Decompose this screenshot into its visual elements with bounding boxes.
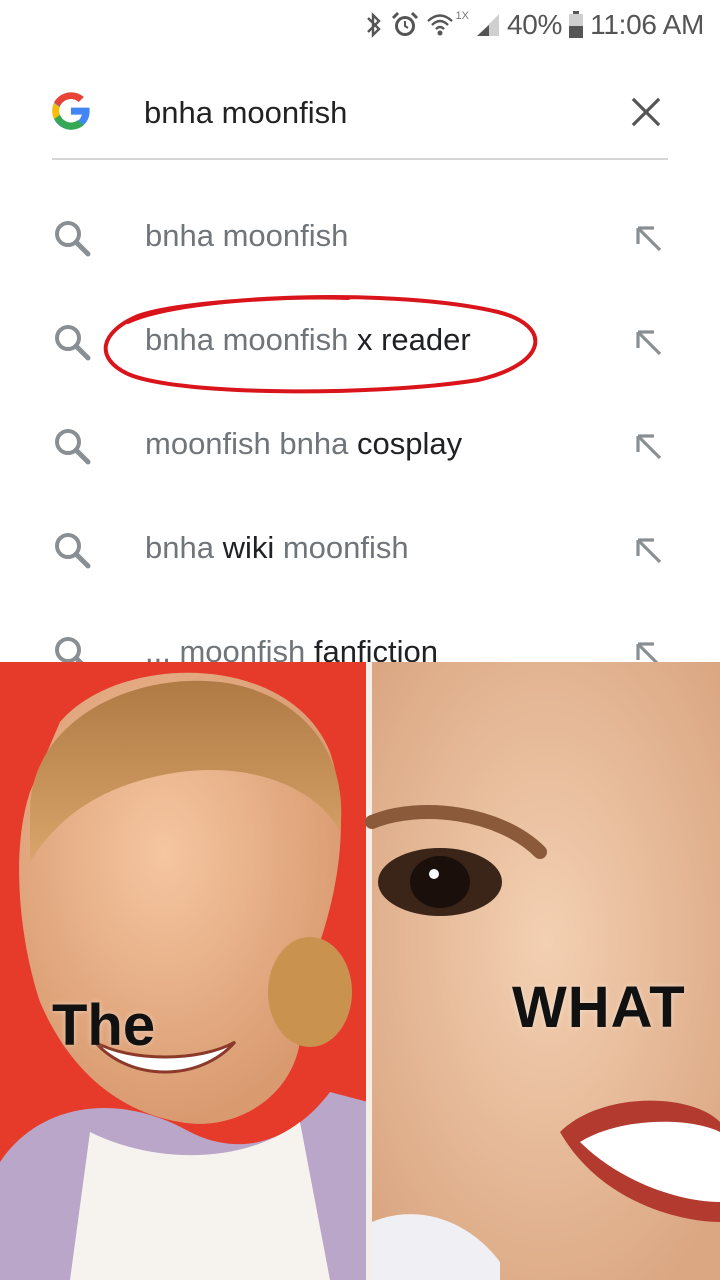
suggestion-part: moonfish bnha — [145, 426, 357, 461]
wifi-icon — [426, 10, 454, 40]
signal-icon — [475, 12, 501, 38]
suggestion-part-bold: wiki — [222, 530, 275, 565]
search-icon — [52, 322, 92, 362]
search-input[interactable]: bnha moonfish — [144, 95, 347, 131]
close-icon — [631, 97, 661, 127]
suggestion-text: bnha wiki moonfish — [145, 530, 409, 566]
meme-image: The WHAT — [0, 662, 720, 1280]
google-logo-icon — [48, 88, 94, 134]
suggestion-part-bold: cosplay — [356, 426, 463, 461]
suggestion-item[interactable]: moonfish bnha cosplay — [0, 394, 720, 498]
suggestion-text: bnha moonfish x reader — [145, 322, 471, 358]
fill-query-arrow-icon[interactable] — [630, 324, 666, 360]
network-type-badge: 1X — [455, 10, 470, 22]
bluetooth-icon — [364, 10, 384, 40]
fill-query-arrow-icon[interactable] — [630, 220, 666, 256]
search-bar[interactable]: bnha moonfish — [52, 80, 668, 160]
alarm-icon — [390, 10, 420, 40]
battery-percent: 40% — [507, 9, 563, 40]
fill-query-arrow-icon[interactable] — [630, 428, 666, 464]
suggestion-text: bnha moonfish — [145, 218, 348, 254]
battery-icon — [568, 11, 584, 39]
search-icon — [52, 530, 92, 570]
search-icon — [52, 218, 92, 258]
fill-query-arrow-icon[interactable] — [630, 532, 666, 568]
status-bar: 1X 40% 11:06 AM — [0, 0, 720, 50]
suggestion-item[interactable]: bnha wiki moonfish — [0, 498, 720, 602]
suggestion-part: bnha — [145, 530, 223, 565]
suggestion-part: bnha moonfish — [145, 218, 349, 253]
suggestion-part: moonfish — [274, 530, 409, 565]
clear-search-button[interactable] — [628, 94, 664, 130]
suggestion-item[interactable]: bnha moonfish x reader — [0, 290, 720, 394]
suggestion-part: bnha moonfish — [145, 322, 357, 357]
meme-caption-right: WHAT — [512, 975, 686, 1040]
suggestion-item[interactable]: bnha moonfish — [0, 186, 720, 290]
suggestion-text: moonfish bnha cosplay — [145, 426, 462, 462]
suggestion-part-bold: x reader — [356, 322, 471, 357]
suggestion-list: bnha moonfish bnha moonfish x reader moo… — [0, 186, 720, 706]
meme-caption-left: The — [52, 993, 156, 1058]
search-icon — [52, 426, 92, 466]
clock: 11:06 AM — [590, 9, 704, 40]
